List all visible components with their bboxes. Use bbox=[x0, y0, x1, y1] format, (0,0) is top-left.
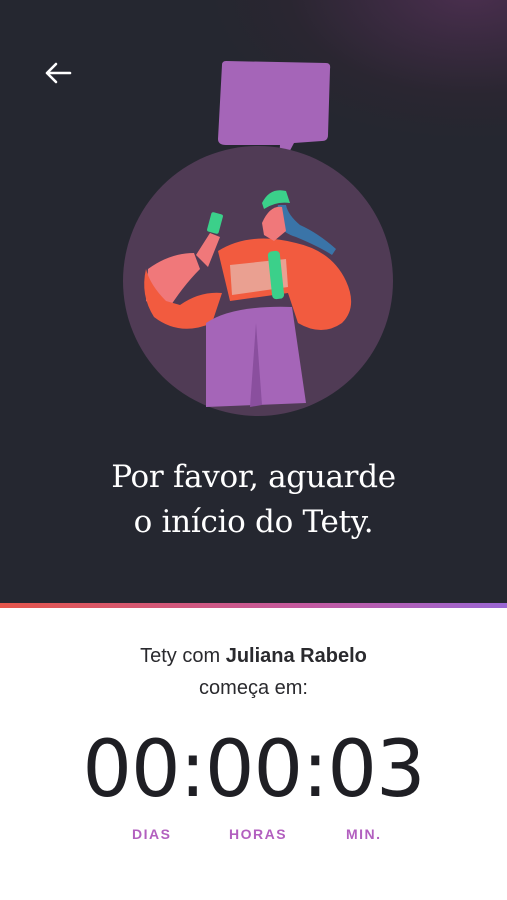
countdown-hours: 00 bbox=[204, 725, 303, 815]
arrow-left-icon bbox=[45, 62, 72, 84]
back-button[interactable] bbox=[38, 56, 78, 90]
label-hours: HORAS bbox=[229, 826, 288, 842]
waiting-person-illustration bbox=[123, 61, 393, 416]
label-days: DIAS bbox=[132, 826, 172, 842]
countdown-separator: : bbox=[302, 725, 328, 815]
hero-section: Por favor, aguarde o início do Tety. bbox=[0, 0, 507, 603]
countdown-separator: : bbox=[179, 725, 206, 815]
title-line-1: Por favor, aguarde bbox=[111, 459, 396, 495]
page-title: Por favor, aguarde o início do Tety. bbox=[0, 455, 507, 545]
session-prefix: Tety com bbox=[140, 645, 226, 667]
countdown-timer: 00:00:03 bbox=[0, 725, 507, 815]
label-minutes: MIN. bbox=[346, 826, 382, 842]
session-starts-label: começa em: bbox=[199, 677, 308, 699]
countdown-minutes: 03 bbox=[327, 725, 425, 815]
title-line-2: o início do Tety. bbox=[133, 504, 374, 540]
gradient-divider bbox=[0, 603, 507, 608]
countdown-labels: DIAS HORAS MIN. bbox=[0, 826, 507, 846]
session-info: Tety com Juliana Rabelo começa em: bbox=[0, 640, 507, 704]
countdown-days: 00 bbox=[82, 725, 180, 815]
session-host-line: Tety com Juliana Rabelo bbox=[0, 640, 507, 672]
host-name: Juliana Rabelo bbox=[225, 645, 367, 667]
